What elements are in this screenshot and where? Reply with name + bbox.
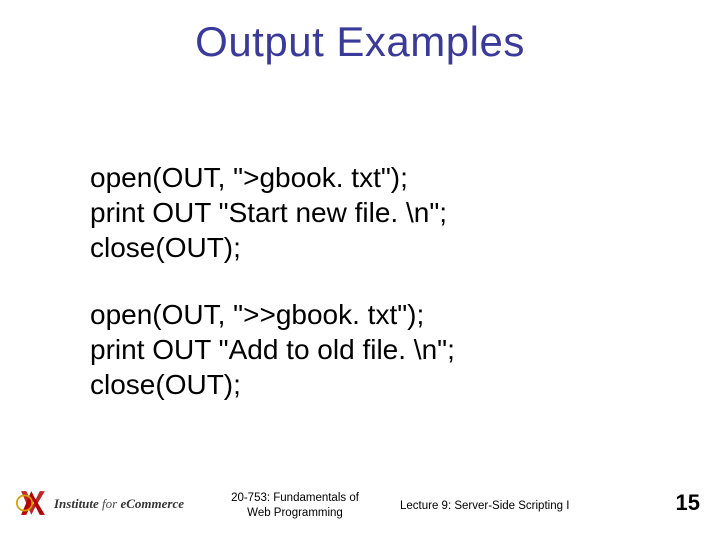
logo-word-ecommerce: eCommerce <box>120 496 184 511</box>
footer-course-line: Web Programming <box>210 506 380 520</box>
logo-mark-icon <box>16 486 50 520</box>
logo-word-institute: Institute <box>54 496 99 511</box>
logo-word-for: for <box>99 496 121 511</box>
footer-logo: Institute for eCommerce <box>16 486 184 520</box>
slide: Output Examples open(OUT, ">gbook. txt")… <box>0 0 720 540</box>
slide-title: Output Examples <box>0 18 720 66</box>
code-block-2: open(OUT, ">>gbook. txt"); print OUT "Ad… <box>90 297 650 402</box>
code-line: open(OUT, ">gbook. txt"); <box>90 160 650 195</box>
logo-text: Institute for eCommerce <box>54 497 184 510</box>
slide-footer: Institute for eCommerce 20-753: Fundamen… <box>0 482 720 526</box>
code-line: close(OUT); <box>90 367 650 402</box>
code-line: open(OUT, ">>gbook. txt"); <box>90 297 650 332</box>
page-number: 15 <box>676 490 700 516</box>
code-line: close(OUT); <box>90 230 650 265</box>
footer-course: 20-753: Fundamentals of Web Programming <box>210 491 380 520</box>
code-block-1: open(OUT, ">gbook. txt"); print OUT "Sta… <box>90 160 650 265</box>
code-line: print OUT "Start new file. \n"; <box>90 195 650 230</box>
footer-course-line: 20-753: Fundamentals of <box>210 491 380 505</box>
slide-body: open(OUT, ">gbook. txt"); print OUT "Sta… <box>90 160 650 434</box>
footer-lecture: Lecture 9: Server-Side Scripting I <box>400 500 640 512</box>
code-line: print OUT "Add to old file. \n"; <box>90 332 650 367</box>
